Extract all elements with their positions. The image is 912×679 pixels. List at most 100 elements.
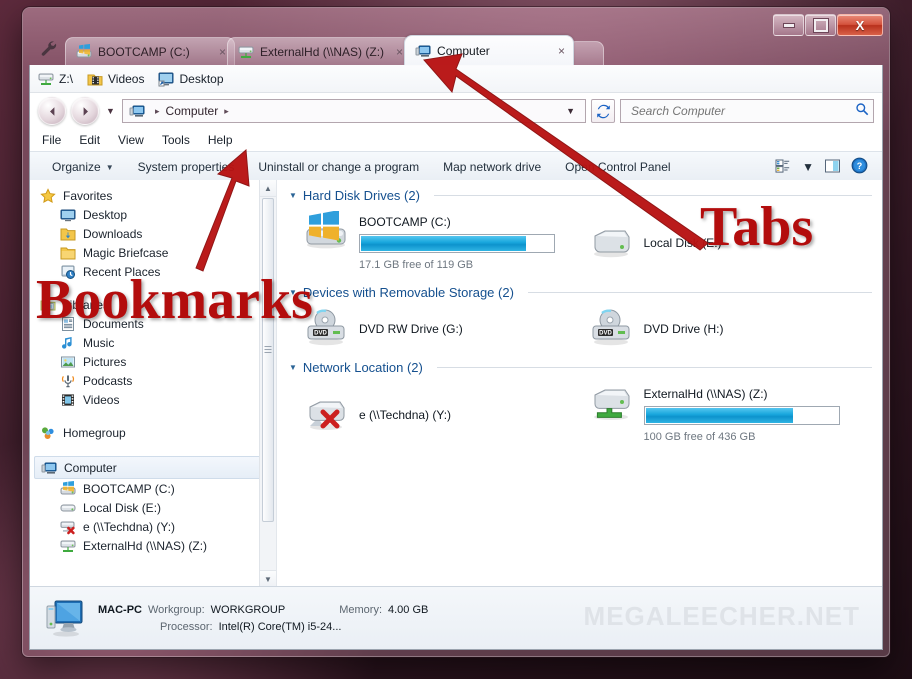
videos-folder-icon <box>87 71 103 87</box>
search-box[interactable] <box>620 99 874 123</box>
sidebar-label: e (\\Techdna) (Y:) <box>83 519 176 534</box>
svg-text:?: ? <box>857 161 863 171</box>
sidebar-item-magic-briefcase[interactable]: Magic Briefcase <box>30 243 276 262</box>
group-header-removable-storage[interactable]: ▼ Devices with Removable Storage (2) <box>287 277 872 302</box>
drive-item-dvd-h[interactable]: DVD DVD Drive (H:) <box>588 308 873 348</box>
tab-label: BOOTCAMP (C:) <box>98 44 190 59</box>
dvd-rw-drive-icon: DVD <box>303 308 349 348</box>
tab-close-icon[interactable]: × <box>384 45 403 59</box>
drive-item-local-disk-e[interactable]: Local Disk (E:) <box>588 211 873 273</box>
drive-item-dvd-rw-g[interactable]: DVD DVD RW Drive (G:) <box>303 308 588 348</box>
menu-help[interactable]: Help <box>208 133 233 147</box>
search-input[interactable] <box>629 103 855 119</box>
sidebar-label: Pictures <box>83 354 127 369</box>
address-dropdown-icon[interactable]: ▼ <box>560 106 581 116</box>
bookmark-z-drive[interactable]: Z:\ <box>38 71 73 87</box>
computer-icon <box>129 103 145 119</box>
back-button[interactable] <box>38 97 66 125</box>
address-bar[interactable]: ▸ Computer ▸ ▼ <box>122 99 586 123</box>
window-controls: X <box>773 14 883 36</box>
menu-file[interactable]: File <box>42 133 61 147</box>
drive-free-space: 100 GB free of 436 GB <box>643 431 756 443</box>
menu-view[interactable]: View <box>118 133 144 147</box>
sidebar-item-recent-places[interactable]: Recent Places <box>30 262 276 281</box>
sidebar-item-techdna-y[interactable]: e (\\Techdna) (Y:) <box>30 517 276 536</box>
drive-item-techdna-y[interactable]: e (\\Techdna) (Y:) <box>303 383 588 445</box>
explorer-window: X BOOTCAMP (C:) × ExternalHd (\\NAS) (Z:… <box>22 7 890 657</box>
bookmark-desktop[interactable]: Desktop <box>158 71 224 87</box>
scroll-up-icon[interactable]: ▲ <box>260 180 276 197</box>
close-button[interactable]: X <box>837 14 883 36</box>
drive-row-removable: DVD DVD RW Drive (G:) DVD DVD Drive (H:) <box>287 302 872 352</box>
sidebar-label: Downloads <box>83 226 143 241</box>
breadcrumb-computer[interactable]: Computer <box>166 104 219 118</box>
uninstall-program-button[interactable]: Uninstall or change a program <box>246 160 431 174</box>
tab-close-icon[interactable]: × <box>546 44 565 58</box>
view-dropdown-icon[interactable]: ▼ <box>802 160 814 174</box>
sidebar-item-videos[interactable]: Videos <box>30 390 276 409</box>
drive-meta: e (\\Techdna) (Y:) <box>359 404 451 424</box>
tab-externalhd[interactable]: ExternalHd (\\NAS) (Z:) × <box>227 37 413 65</box>
sidebar-scrollbar[interactable]: ▲ ▼ <box>259 180 276 587</box>
tab-bootcamp[interactable]: BOOTCAMP (C:) × <box>65 37 235 65</box>
sidebar-group-libraries[interactable]: Libraries <box>30 295 276 314</box>
drive-name: e (\\Techdna) (Y:) <box>359 408 452 422</box>
system-properties-button[interactable]: System properties <box>126 160 247 174</box>
drive-name: BOOTCAMP (C:) <box>359 215 451 229</box>
tab-close-icon[interactable]: × <box>207 45 226 59</box>
map-network-drive-button[interactable]: Map network drive <box>431 160 553 174</box>
sidebar-item-documents[interactable]: Documents <box>30 314 276 333</box>
breadcrumb-separator-2[interactable]: ▸ <box>224 106 229 117</box>
organize-button[interactable]: Organize ▼ <box>40 160 126 174</box>
sidebar-item-downloads[interactable]: Downloads <box>30 224 276 243</box>
tab-computer[interactable]: Computer × <box>404 35 575 65</box>
search-icon[interactable] <box>855 102 869 121</box>
collapse-twisty-icon[interactable]: ▼ <box>289 191 297 200</box>
organize-label: Organize <box>52 160 101 174</box>
wrench-icon[interactable] <box>39 38 61 60</box>
help-icon[interactable]: ? <box>851 157 868 177</box>
bookmark-label: Desktop <box>179 71 224 86</box>
sidebar-item-podcasts[interactable]: Podcasts <box>30 371 276 390</box>
sidebar-label: ExternalHd (\\NAS) (Z:) <box>83 538 208 553</box>
sidebar-item-pictures[interactable]: Pictures <box>30 352 276 371</box>
group-header-network-location[interactable]: ▼ Network Location (2) <box>287 352 872 377</box>
sidebar-item-computer[interactable]: Computer <box>34 456 272 479</box>
drive-free-space: 17.1 GB free of 119 GB <box>359 259 474 271</box>
drive-item-externalhd-z[interactable]: ExternalHd (\\NAS) (Z:) 100 GB free of 4… <box>588 383 873 445</box>
scrollbar-grip <box>264 346 272 353</box>
workgroup-label: Workgroup: <box>148 603 205 616</box>
group-header-hard-disk-drives[interactable]: ▼ Hard Disk Drives (2) <box>287 180 872 205</box>
network-drive-icon <box>588 383 634 423</box>
hard-disk-icon <box>588 222 634 262</box>
scroll-down-icon[interactable]: ▼ <box>260 570 276 587</box>
sidebar-group-favorites[interactable]: Favorites <box>30 186 276 205</box>
history-dropdown-icon[interactable]: ▼ <box>104 106 117 116</box>
collapse-twisty-icon[interactable]: ▼ <box>289 363 297 372</box>
menu-tools[interactable]: Tools <box>162 133 190 147</box>
capacity-bar <box>359 234 555 253</box>
memory-value: 4.00 GB <box>388 603 429 616</box>
minimize-button[interactable] <box>773 14 804 36</box>
disconnected-network-drive-icon <box>60 519 76 535</box>
bookmark-label: Z:\ <box>59 71 73 86</box>
scrollbar-thumb[interactable] <box>262 198 274 522</box>
drive-name: ExternalHd (\\NAS) (Z:) <box>643 387 768 401</box>
menu-edit[interactable]: Edit <box>79 133 100 147</box>
view-options-icon[interactable] <box>775 158 792 177</box>
maximize-button[interactable] <box>805 14 836 36</box>
tab-strip: BOOTCAMP (C:) × ExternalHd (\\NAS) (Z:) … <box>23 34 889 65</box>
open-control-panel-button[interactable]: Open Control Panel <box>553 160 682 174</box>
drive-item-bootcamp[interactable]: BOOTCAMP (C:) 17.1 GB free of 119 GB <box>303 210 588 273</box>
sidebar-item-local-disk-e[interactable]: Local Disk (E:) <box>30 498 276 517</box>
sidebar-group-homegroup[interactable]: Homegroup <box>30 423 276 442</box>
sidebar-item-music[interactable]: Music <box>30 333 276 352</box>
sidebar-item-desktop[interactable]: Desktop <box>30 205 276 224</box>
sidebar-item-bootcamp[interactable]: BOOTCAMP (C:) <box>30 479 276 498</box>
preview-pane-icon[interactable] <box>824 158 841 177</box>
sidebar-item-externalhd-z[interactable]: ExternalHd (\\NAS) (Z:) <box>30 536 276 555</box>
collapse-twisty-icon[interactable]: ▼ <box>289 288 297 297</box>
bookmark-videos[interactable]: Videos <box>87 71 144 87</box>
forward-button[interactable] <box>71 97 99 125</box>
refresh-button[interactable] <box>591 99 615 123</box>
